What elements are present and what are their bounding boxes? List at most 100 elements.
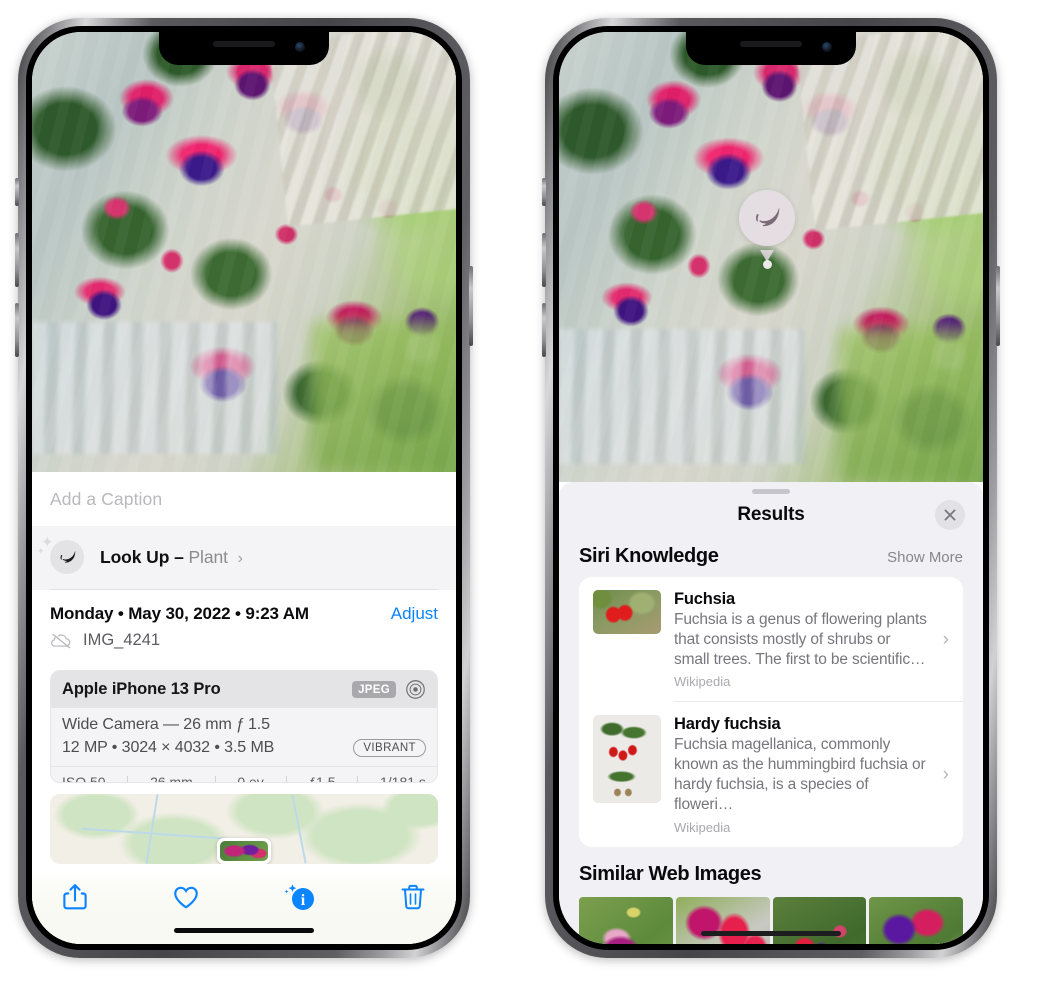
- photo-location-map[interactable]: [50, 793, 438, 864]
- filename-row: IMG_4241: [50, 631, 438, 650]
- exif-row: ISO 50 26 mm 0 ev ƒ1.5 1/181 s: [51, 766, 437, 782]
- knowledge-item-text: Fuchsia Fuchsia is a genus of flowering …: [674, 590, 930, 689]
- home-indicator[interactable]: [701, 930, 841, 936]
- photo-viewer-left[interactable]: [32, 32, 456, 472]
- visual-look-up-badge[interactable]: [739, 190, 795, 246]
- volume-down-button[interactable]: [542, 303, 546, 357]
- chevron-right-icon: ›: [942, 628, 949, 650]
- sparkle-large-icon: ✦: [41, 534, 54, 552]
- map-road: [145, 793, 159, 864]
- volume-up-button[interactable]: [15, 233, 19, 287]
- camera-card-header: Apple iPhone 13 Pro JPEG: [51, 671, 437, 709]
- power-button[interactable]: [469, 266, 473, 346]
- close-button[interactable]: [935, 500, 965, 530]
- front-camera: [822, 42, 832, 52]
- trash-icon[interactable]: [398, 882, 428, 912]
- exif-separator: [285, 775, 287, 782]
- knowledge-item-title: Fuchsia: [674, 590, 735, 608]
- home-indicator[interactable]: [174, 928, 314, 934]
- look-up-label: Look Up – Plant ›: [100, 547, 243, 568]
- share-icon[interactable]: [60, 882, 90, 912]
- exif-separator: [214, 775, 216, 782]
- photo-date: Monday • May 30, 2022 • 9:23 AM: [50, 604, 309, 624]
- favorite-heart-icon[interactable]: [171, 882, 201, 912]
- hardy-fuchsia-thumbnail: [593, 715, 661, 804]
- pin-thumbnail-image: [220, 840, 268, 861]
- look-up-dash: –: [174, 546, 184, 567]
- siri-knowledge-card: Fuchsia Fuchsia is a genus of flowering …: [579, 577, 963, 847]
- exif-shutter-speed: 1/181 s: [379, 774, 426, 783]
- left-phone-screen: Add a Caption ✦ ✦ Look Up – Plant › Mond…: [32, 32, 456, 944]
- volume-down-button[interactable]: [15, 303, 19, 357]
- photo-viewer-right[interactable]: [559, 32, 983, 482]
- file-format-badge: JPEG: [352, 681, 396, 699]
- leaf-icon: [60, 551, 75, 563]
- chevron-right-icon: ›: [237, 549, 243, 567]
- look-up-row[interactable]: ✦ ✦ Look Up – Plant ›: [32, 526, 456, 589]
- exif-exposure-value: 0 ev: [237, 774, 264, 783]
- leaf-icon: [756, 208, 780, 227]
- metadata-top-row: Monday • May 30, 2022 • 9:23 AM Adjust: [50, 604, 438, 624]
- earpiece-speaker: [213, 41, 275, 47]
- similar-web-images-title: Similar Web Images: [579, 862, 762, 885]
- map-road: [81, 827, 237, 841]
- photo-toolbar: i: [32, 869, 456, 918]
- lawn-background: [838, 329, 983, 482]
- left-iphone-device: Add a Caption ✦ ✦ Look Up – Plant › Mond…: [15, 18, 473, 958]
- lawn-background: [311, 322, 456, 472]
- svg-text:i: i: [300, 892, 305, 909]
- look-up-block: ✦ ✦ Look Up – Plant ›: [32, 526, 456, 591]
- look-up-title: Look Up: [100, 546, 170, 567]
- sheet-header: Results: [559, 494, 983, 536]
- porch-railing: [559, 329, 805, 464]
- leaf-icon-chip: ✦ ✦: [37, 534, 84, 575]
- camera-lens-info: Wide Camera — 26 mm ƒ 1.5: [62, 716, 270, 734]
- camera-header-right: JPEG: [352, 679, 426, 700]
- map-road: [291, 794, 307, 864]
- exif-focal-length: 26 mm: [150, 774, 193, 783]
- earpiece-speaker: [740, 41, 802, 47]
- similar-web-images-header: Similar Web Images: [559, 847, 983, 894]
- camera-model: Apple iPhone 13 Pro: [62, 680, 221, 699]
- photo-filename: IMG_4241: [83, 631, 161, 650]
- right-iphone-device: Results Siri Knowledge Show More Fuchsia…: [542, 18, 1000, 958]
- notch: [686, 32, 856, 65]
- photographic-style-badge: VIBRANT: [353, 739, 426, 758]
- mute-switch[interactable]: [15, 178, 19, 206]
- chevron-right-icon: ›: [942, 764, 949, 786]
- knowledge-item-hardy-fuchsia[interactable]: Hardy fuchsia Fuchsia magellanica, commo…: [579, 702, 963, 846]
- right-phone-bezel: Results Siri Knowledge Show More Fuchsia…: [553, 26, 989, 950]
- photo-thumbnail-pin[interactable]: [217, 837, 271, 864]
- volume-up-button[interactable]: [542, 233, 546, 287]
- power-button[interactable]: [996, 266, 1000, 346]
- sheet-title: Results: [737, 504, 805, 525]
- exif-aperture: ƒ1.5: [308, 774, 336, 783]
- metadata-block: Monday • May 30, 2022 • 9:23 AM Adjust I…: [32, 590, 456, 659]
- adjust-button[interactable]: Adjust: [391, 604, 438, 624]
- fuchsia-thumbnail: [593, 590, 661, 634]
- right-phone-screen: Results Siri Knowledge Show More Fuchsia…: [559, 32, 983, 944]
- siri-knowledge-title: Siri Knowledge: [579, 545, 719, 567]
- show-more-button[interactable]: Show More: [887, 549, 963, 566]
- knowledge-item-description: Fuchsia is a genus of flowering plants t…: [674, 611, 927, 668]
- knowledge-item-source: Wikipedia: [674, 674, 731, 690]
- caption-input[interactable]: Add a Caption: [32, 472, 456, 527]
- left-phone-bezel: Add a Caption ✦ ✦ Look Up – Plant › Mond…: [26, 26, 462, 950]
- screenshot-stage: Add a Caption ✦ ✦ Look Up – Plant › Mond…: [0, 0, 1055, 985]
- visual-look-up-anchor-dot: [763, 260, 772, 269]
- mute-switch[interactable]: [542, 178, 546, 206]
- look-up-subject: Plant: [188, 546, 228, 567]
- cloud-slash-icon: [51, 633, 71, 649]
- camera-info-card[interactable]: Apple iPhone 13 Pro JPEG Wide Camera — 2…: [50, 670, 438, 783]
- knowledge-item-fuchsia[interactable]: Fuchsia Fuchsia is a genus of flowering …: [579, 577, 963, 701]
- knowledge-item-source: Wikipedia: [674, 819, 731, 835]
- exif-separator: [127, 775, 129, 782]
- knowledge-item-title: Hardy fuchsia: [674, 715, 781, 734]
- camera-resolution: 12 MP • 3024 × 4032 • 3.5 MB: [62, 739, 275, 757]
- exif-iso: ISO 50: [62, 774, 106, 783]
- siri-knowledge-header: Siri Knowledge Show More: [559, 536, 983, 577]
- info-sparkle-icon[interactable]: i: [283, 882, 317, 912]
- notch: [159, 32, 329, 65]
- exif-separator: [357, 775, 359, 782]
- knowledge-item-text: Hardy fuchsia Fuchsia magellanica, commo…: [674, 715, 930, 834]
